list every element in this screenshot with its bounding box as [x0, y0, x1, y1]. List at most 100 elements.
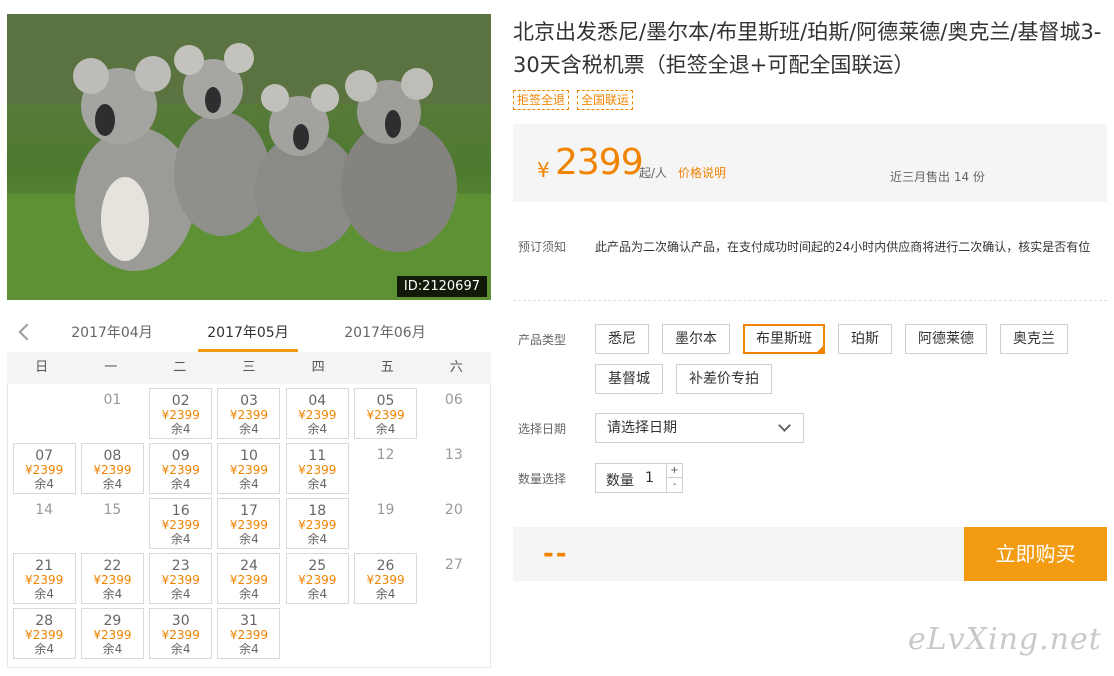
calendar-day-available[interactable]: 22 ¥2399 余4 [80, 553, 144, 604]
calendar-day-available[interactable]: 04 ¥2399 余4 [285, 388, 349, 439]
calendar-day-available[interactable]: 02 ¥2399 余4 [149, 388, 213, 439]
buy-now-button[interactable]: 立即购买 [964, 527, 1107, 581]
price-explain-link[interactable]: 价格说明 [678, 164, 726, 181]
sold-count: 近三月售出 14 份 [890, 170, 985, 184]
site-watermark: eLvXing.net [908, 622, 1102, 657]
calendar-day-stock: 余4 [307, 532, 328, 546]
calendar-day-price: ¥2399 [161, 573, 200, 587]
calendar-day-number: 13 [444, 447, 463, 463]
calendar-day-number: 15 [103, 502, 122, 518]
price-currency: ¥ [537, 158, 550, 182]
calendar-day-stock: 余4 [239, 642, 259, 656]
quantity-value[interactable]: 1 [645, 470, 654, 486]
quantity-label: 数量选择 [518, 472, 567, 486]
calendar-day-price: ¥2399 [25, 463, 64, 477]
chevron-down-icon [778, 419, 791, 432]
calendar-day-stock: 余4 [239, 422, 259, 436]
calendar-day-number: 25 [308, 558, 327, 574]
calendar-day-price: ¥2399 [298, 573, 337, 587]
price-panel: ¥ 2399 起/人 价格说明 近三月售出 14 份 [513, 124, 1107, 202]
quantity-field-label: 数量 [606, 473, 634, 489]
calendar-day-number: 30 [171, 613, 190, 629]
calendar-day-available[interactable]: 21 ¥2399 余4 [12, 553, 76, 604]
calendar-day-available[interactable]: 29 ¥2399 余4 [80, 608, 144, 659]
calendar-day-stock: 余4 [34, 477, 54, 491]
product-type-option[interactable]: 悉尼 [595, 324, 649, 354]
calendar-day-available[interactable]: 28 ¥2399 余4 [12, 608, 76, 659]
date-select[interactable]: 请选择日期 [595, 413, 804, 443]
calendar-day-price: ¥2399 [229, 408, 269, 422]
calendar-day-available[interactable]: 31 ¥2399 余4 [217, 608, 281, 659]
product-type-options: 悉尼 墨尔本 布里斯班 珀斯 阿德莱德 奥克兰 基督城 补差价专拍 [595, 324, 1107, 394]
product-type-option[interactable]: 奥克兰 [1000, 324, 1068, 354]
calendar-day: 27 [422, 553, 485, 604]
quantity-minus-button[interactable]: - [666, 478, 682, 492]
product-type-option-selected[interactable]: 布里斯班 [743, 324, 825, 354]
tab-month-next[interactable]: 2017年06月 [335, 322, 435, 342]
calendar-day-available[interactable]: 17 ¥2399 余4 [217, 498, 281, 549]
calendar-day-price: ¥2399 [229, 463, 269, 477]
product-title: 北京出发悉尼/墨尔本/布里斯班/珀斯/阿德莱德/奥克兰/基督城3-30天含税机票… [513, 20, 1102, 77]
calendar-day-number: 20 [444, 502, 463, 518]
tab-month-prev[interactable]: 2017年04月 [62, 322, 162, 342]
calendar-day-available[interactable]: 18 ¥2399 余4 [285, 498, 349, 549]
calendar-day-price: ¥2399 [161, 518, 200, 532]
calendar-day-available[interactable]: 24 ¥2399 余4 [217, 553, 281, 604]
calendar-day-available[interactable]: 25 ¥2399 余4 [285, 553, 349, 604]
calendar-day-stock: 余4 [102, 587, 123, 601]
calendar-day-available[interactable]: 30 ¥2399 余4 [149, 608, 213, 659]
chevron-left-icon[interactable] [13, 318, 35, 344]
calendar-day-available[interactable]: 03 ¥2399 余4 [217, 388, 281, 439]
product-type-option[interactable]: 阿德莱德 [905, 324, 987, 354]
tab-month-current[interactable]: 2017年05月 [198, 322, 298, 352]
calendar-day [422, 608, 485, 659]
calendar-day-price: ¥2399 [93, 628, 132, 642]
calendar-day: 06 [422, 388, 485, 439]
calendar-day-number: 17 [240, 503, 258, 519]
calendar-day-stock: 余4 [34, 642, 54, 656]
calendar-day-available[interactable]: 09 ¥2399 余4 [149, 443, 213, 494]
booking-notice-text: 此产品为二次确认产品，在支付成功时间起的24小时内供应商将进行二次确认，核实是否… [595, 240, 1091, 254]
weekday-label: 六 [449, 360, 463, 375]
calendar-day-available[interactable]: 16 ¥2399 余4 [149, 498, 213, 549]
calendar-day-available[interactable]: 23 ¥2399 余4 [149, 553, 213, 604]
calendar-day-price: ¥2399 [25, 573, 64, 587]
price-calendar: 2017年04月 2017年05月 2017年06月 日 一 二 三 四 五 六… [7, 314, 491, 668]
calendar-day-number: 29 [103, 613, 122, 629]
calendar-weekday-header: 日 一 二 三 四 五 六 [7, 352, 491, 384]
calendar-week-row: 07 ¥2399 余4 08 ¥2399 余4 09 ¥2399 余4 10 ¥2399 余4 11 ¥2… [8, 441, 490, 496]
calendar-day-number: 26 [376, 558, 395, 574]
photo-id-badge: ID:2120697 [396, 276, 487, 297]
date-select-placeholder: 请选择日期 [607, 420, 677, 436]
calendar-day-number: 24 [240, 558, 258, 574]
calendar-day-available[interactable]: 11 ¥2399 余4 [285, 443, 349, 494]
booking-notice-label: 预订须知 [518, 240, 567, 254]
calendar-day-number: 05 [376, 393, 395, 409]
calendar-day-available[interactable]: 08 ¥2399 余4 [80, 443, 144, 494]
product-type-option[interactable]: 补差价专拍 [676, 364, 772, 394]
product-tags: 拒签全退 全国联运 [513, 90, 634, 110]
calendar-day-available[interactable]: 10 ¥2399 余4 [217, 443, 281, 494]
calendar-day-stock: 余4 [239, 587, 259, 601]
product-type-option[interactable]: 墨尔本 [662, 324, 730, 354]
calendar-day: 15 [81, 498, 144, 549]
calendar-day-stock: 余4 [102, 642, 123, 656]
calendar-day: 20 [422, 498, 485, 549]
calendar-day-number: 11 [308, 448, 327, 464]
calendar-day: 01 [81, 388, 144, 439]
calendar-day-number: 06 [444, 392, 463, 408]
product-type-option[interactable]: 珀斯 [838, 324, 892, 354]
calendar-day-number: 08 [103, 448, 122, 464]
product-type-option[interactable]: 基督城 [595, 364, 663, 394]
quantity-plus-button[interactable]: + [666, 464, 682, 478]
calendar-day-price: ¥2399 [229, 518, 269, 532]
calendar-day-number: 19 [376, 502, 395, 518]
calendar-day-available[interactable]: 26 ¥2399 余4 [354, 553, 418, 604]
calendar-day-available[interactable]: 07 ¥2399 余4 [12, 443, 76, 494]
calendar-day-number: 02 [171, 393, 190, 409]
weekday-label: 日 [35, 360, 49, 375]
calendar-day-number: 12 [376, 447, 395, 463]
calendar-day [354, 608, 417, 659]
calendar-day-number: 31 [240, 613, 258, 629]
calendar-day-available[interactable]: 05 ¥2399 余4 [354, 388, 418, 439]
